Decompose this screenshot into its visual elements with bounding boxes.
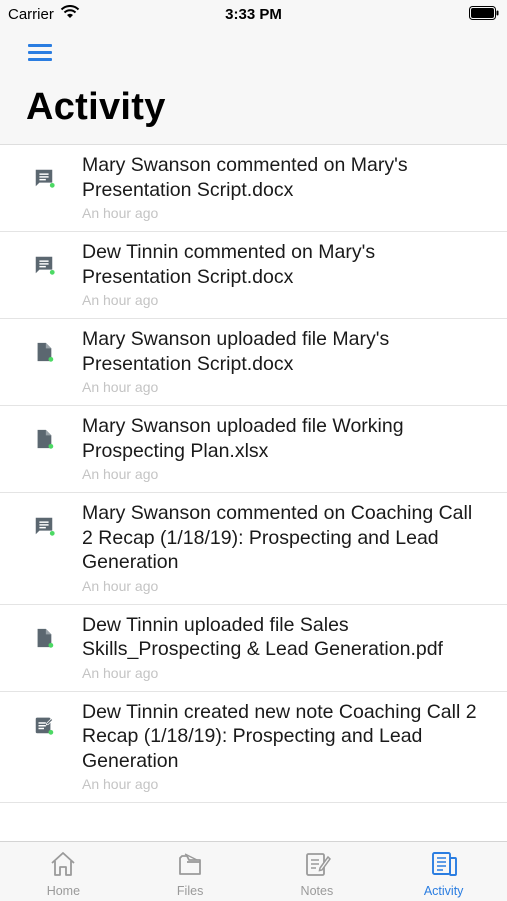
- activity-item[interactable]: Mary Swanson uploaded file Mary's Presen…: [0, 319, 507, 406]
- activity-time: An hour ago: [82, 379, 159, 395]
- tab-bar: Home Files Notes Activity: [0, 841, 507, 901]
- tab-label: Notes: [300, 884, 334, 898]
- tab-home[interactable]: Home: [0, 842, 127, 901]
- activity-time: An hour ago: [82, 292, 159, 308]
- tab-label: Home: [46, 884, 81, 898]
- activity-item[interactable]: Dew Tinnin created new note Coaching Cal…: [0, 692, 507, 803]
- tab-label: Files: [176, 884, 204, 898]
- activity-text: Dew Tinnin commented on Mary's Presentat…: [82, 241, 376, 288]
- menu-button[interactable]: [28, 42, 54, 62]
- activity-text: Mary Swanson uploaded file Working Prosp…: [82, 415, 404, 462]
- activity-text: Dew Tinnin uploaded file Sales Skills_Pr…: [82, 613, 443, 661]
- tab-activity[interactable]: Activity: [380, 842, 507, 901]
- activity-time: An hour ago: [82, 577, 159, 594]
- activity-time: An hour ago: [82, 205, 159, 221]
- activity-item[interactable]: Dew Tinnin commented on Mary's Presentat…: [0, 232, 507, 319]
- clock: 3:33 PM: [225, 6, 282, 23]
- activity-text: Mary Swanson commented on Mary's Present…: [82, 154, 408, 201]
- activity-time: An hour ago: [82, 776, 159, 792]
- activity-item[interactable]: Dew Tinnin uploaded file Sales Skills_Pr…: [0, 605, 507, 692]
- page-title: Activity: [26, 86, 166, 128]
- page-header: Activity: [0, 28, 507, 145]
- tab-notes[interactable]: Notes: [254, 842, 381, 901]
- tab-files[interactable]: Files: [127, 842, 254, 901]
- comment-icon: [33, 254, 55, 276]
- activity-item[interactable]: Mary Swanson commented on Coaching Call …: [0, 493, 507, 605]
- activity-text: Mary Swanson uploaded file Mary's Presen…: [82, 328, 390, 375]
- comment-icon: [33, 167, 55, 189]
- tab-label: Activity: [423, 884, 464, 898]
- file-icon: [33, 428, 55, 450]
- activity-text: Mary Swanson commented on Coaching Call …: [82, 502, 473, 573]
- status-bar: Carrier 3:33 PM: [0, 0, 507, 28]
- activity-text: Dew Tinnin created new note Coaching Cal…: [82, 700, 477, 772]
- activity-item[interactable]: Mary Swanson commented on Mary's Present…: [0, 145, 507, 232]
- activity-item[interactable]: Mary Swanson uploaded file Working Prosp…: [0, 406, 507, 493]
- note-icon: [33, 714, 55, 736]
- activity-list: Mary Swanson commented on Mary's Present…: [0, 145, 507, 803]
- file-icon: [33, 341, 55, 363]
- activity-time: An hour ago: [82, 664, 159, 681]
- comment-icon: [33, 515, 55, 537]
- activity-time: An hour ago: [82, 466, 159, 482]
- battery-icon: [469, 6, 499, 20]
- file-icon: [33, 627, 55, 649]
